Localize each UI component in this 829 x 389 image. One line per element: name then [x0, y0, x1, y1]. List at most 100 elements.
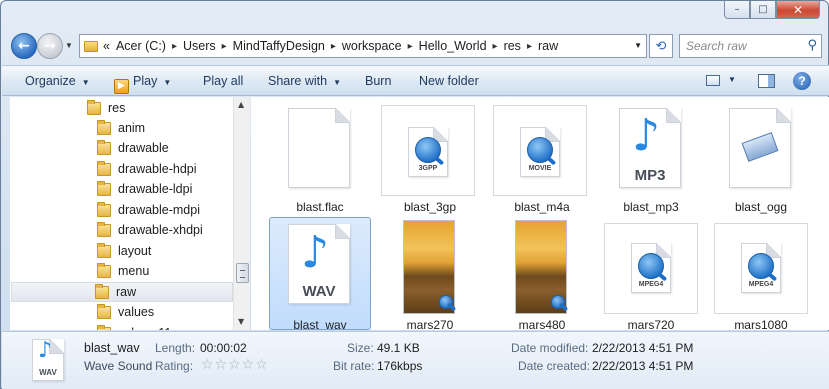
tree-item-drawable-ldpi[interactable]: drawable-ldpi [97, 179, 192, 199]
file-badge: MPEG4 [748, 281, 774, 288]
breadcrumb-mindtaffydesign[interactable]: MindTaffyDesign [233, 39, 325, 53]
tree-item-values-11[interactable]: values-11 [97, 323, 171, 330]
play-all-button[interactable]: Play all [203, 74, 243, 88]
file-name: blast_m4a [514, 200, 570, 214]
chevron-down-icon: ▼ [333, 78, 341, 87]
file-item[interactable]: blast_ogg [710, 99, 812, 214]
change-view-icon[interactable] [706, 75, 720, 86]
minimize-button[interactable]: – [724, 1, 750, 19]
tree-item-drawable[interactable]: drawable [97, 138, 169, 158]
folder-icon [97, 324, 111, 330]
breadcrumb-separator[interactable]: ▸ [527, 41, 532, 52]
breadcrumb-separator[interactable]: ▸ [172, 41, 177, 52]
preview-pane-icon[interactable] [758, 74, 775, 88]
folder-icon [97, 262, 111, 278]
navigation-scrollbar[interactable]: ▲ ▼ [233, 97, 250, 330]
tree-item-raw[interactable]: raw [11, 282, 233, 302]
breadcrumb-overflow[interactable]: « [103, 39, 110, 53]
chevron-down-icon: ▼ [81, 78, 90, 87]
tree-item-anim[interactable]: anim [97, 118, 145, 138]
back-button[interactable]: ← [11, 33, 37, 59]
quicktime-icon [527, 137, 553, 163]
tree-item-label: anim [118, 121, 146, 135]
quicktime-icon [439, 295, 453, 309]
scroll-up-icon[interactable]: ▲ [238, 100, 244, 109]
burn-button[interactable]: Burn [365, 74, 391, 88]
breadcrumb-workspace[interactable]: workspace [342, 39, 402, 53]
file-badge: MP3 [634, 167, 666, 184]
tree-item-menu[interactable]: menu [97, 261, 149, 281]
new-folder-button[interactable]: New folder [419, 74, 479, 88]
search-icon[interactable]: ⚲ [807, 38, 817, 53]
tree-item-label: layout [118, 244, 152, 258]
address-bar[interactable]: « Acer (C:) ▸ Users ▸ MindTaffyDesign ▸ … [79, 34, 647, 58]
tree-item-values[interactable]: values [97, 302, 154, 322]
search-placeholder: Search raw [686, 39, 747, 53]
folder-icon [97, 242, 111, 258]
close-button[interactable]: ✕ [776, 1, 820, 19]
navigation-pane[interactable]: res anim drawable drawable-hdpi drawable… [10, 97, 250, 330]
refresh-button[interactable]: ⟲ [649, 34, 673, 58]
file-name: mars720 [627, 318, 675, 330]
file-badge: WAV [302, 283, 336, 300]
share-with-button[interactable]: Share with ▼ [268, 74, 341, 88]
tree-item-res[interactable]: res [87, 98, 125, 118]
file-list[interactable]: blast.flac 3GPP blast_3gp MOVIE blast_m4… [251, 97, 829, 330]
breadcrumb-users[interactable]: Users [183, 39, 216, 53]
breadcrumb-separator[interactable]: ▸ [331, 41, 336, 52]
file-name: blast_wav [293, 318, 347, 330]
tree-item-drawable-mdpi[interactable]: drawable-mdpi [97, 200, 200, 220]
organize-button[interactable]: Organize ▼ [25, 74, 90, 88]
rating-stars[interactable]: ☆☆☆☆☆ [201, 357, 269, 373]
details-pane: ♪ WAV blast_wav Wave Sound Length: 00:00… [2, 331, 829, 389]
file-badge: MPEG4 [638, 281, 664, 288]
share-with-label: Share with [268, 74, 328, 88]
address-history-dropdown[interactable]: ▼ [634, 41, 642, 50]
file-item[interactable]: mars270 [379, 217, 481, 330]
file-item-selected[interactable]: ♪ WAV blast_wav [269, 217, 371, 330]
breadcrumb-raw[interactable]: raw [538, 39, 558, 53]
folder-icon [95, 283, 109, 299]
file-item[interactable]: MPEG4 mars720 [600, 217, 702, 330]
breadcrumb-acer[interactable]: Acer (C:) [116, 39, 166, 53]
length-label: Length: [155, 341, 196, 355]
scroll-down-icon[interactable]: ▼ [238, 317, 244, 326]
play-button[interactable]: ▶ Play ▼ [114, 74, 171, 94]
length-value: 00:00:02 [200, 341, 247, 355]
forward-button[interactable]: → [37, 33, 63, 59]
tree-item-drawable-hdpi[interactable]: drawable-hdpi [97, 159, 197, 179]
file-name: mars270 [406, 318, 454, 330]
bitrate-value: 176kbps [377, 359, 423, 373]
folder-icon [97, 180, 111, 196]
folder-icon [97, 160, 111, 176]
file-item[interactable]: ♪ MP3 blast_mp3 [600, 99, 702, 214]
file-item[interactable]: mars480 [491, 217, 593, 330]
organize-label: Organize [25, 74, 76, 88]
tree-item-label: menu [118, 264, 150, 278]
maximize-button[interactable]: □ [750, 1, 776, 19]
file-item[interactable]: 3GPP blast_3gp [379, 99, 481, 214]
music-note-icon: ♪ [632, 110, 661, 161]
search-input[interactable]: Search raw ⚲ [679, 34, 822, 58]
breadcrumb-hello-world[interactable]: Hello_World [419, 39, 487, 53]
quicktime-icon [415, 137, 441, 163]
help-icon[interactable]: ? [793, 72, 811, 90]
refresh-icon: ⟲ [655, 38, 667, 54]
tree-item-drawable-xhdpi[interactable]: drawable-xhdpi [97, 220, 203, 240]
chevron-down-icon: ▼ [163, 78, 172, 87]
music-note-icon: ♪ [301, 227, 330, 278]
breadcrumb-separator[interactable]: ▸ [493, 41, 498, 52]
breadcrumb-res[interactable]: res [504, 39, 521, 53]
view-options-dropdown[interactable]: ▼ [728, 75, 736, 84]
file-item[interactable]: blast.flac [269, 99, 371, 214]
scrollbar-thumb[interactable] [236, 263, 249, 283]
file-item[interactable]: MPEG4 mars1080 [710, 217, 812, 330]
file-name: blast_3gp [403, 200, 457, 214]
breadcrumb-separator[interactable]: ▸ [408, 41, 413, 52]
recent-pages-dropdown[interactable]: ▼ [65, 41, 73, 50]
quicktime-icon [638, 253, 664, 279]
tree-item-layout[interactable]: layout [97, 241, 151, 261]
file-item[interactable]: MOVIE blast_m4a [491, 99, 593, 214]
breadcrumb-separator[interactable]: ▸ [222, 41, 227, 52]
bitrate-label: Bit rate: [333, 359, 375, 373]
